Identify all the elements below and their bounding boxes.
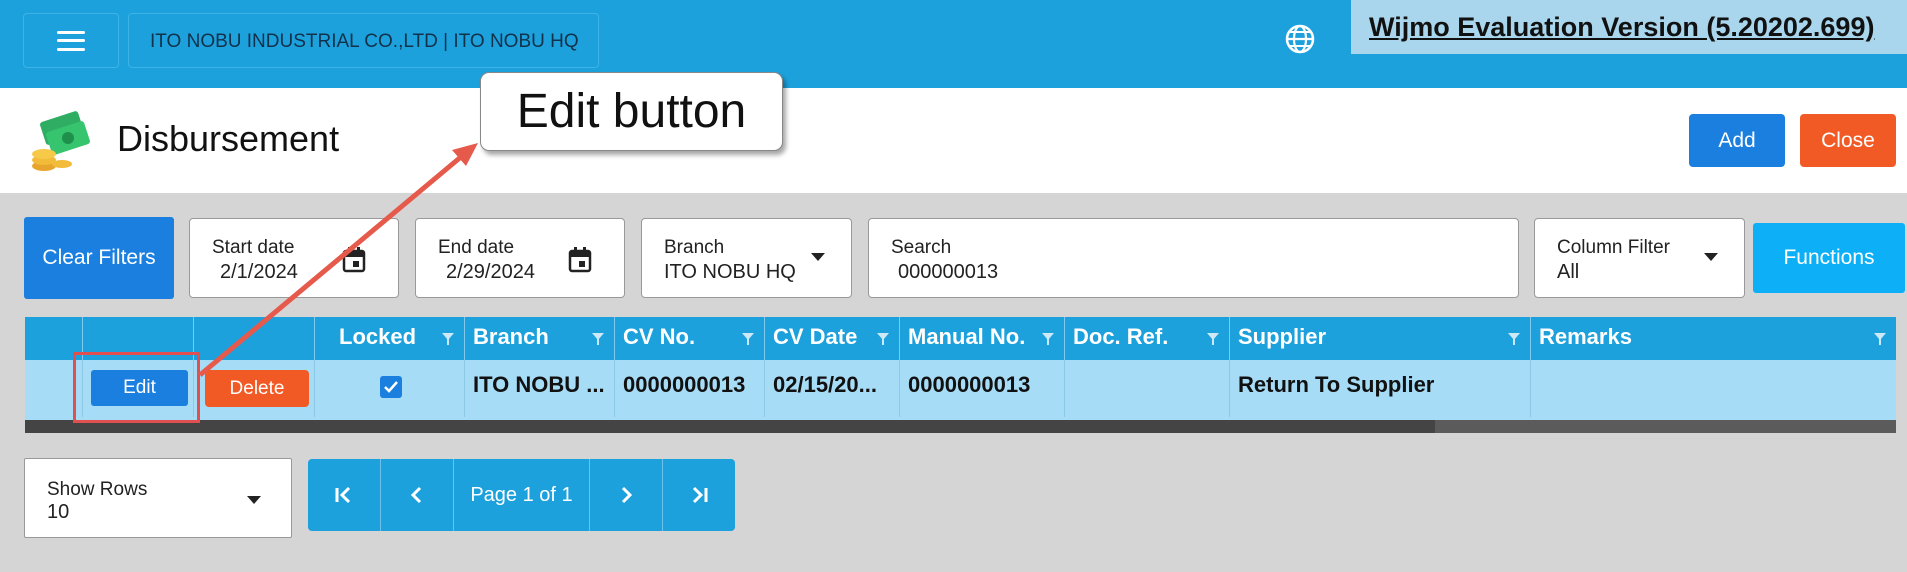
- chevron-down-icon: [811, 253, 825, 261]
- cv-date-cell: 02/15/20...: [765, 360, 900, 417]
- column-filter-label: Column Filter: [1557, 237, 1670, 258]
- search-label: Search: [891, 237, 952, 258]
- end-date-value: 2/29/2024: [446, 261, 535, 283]
- page-header: Disbursement Add Close: [0, 88, 1907, 193]
- column-header-cv-no[interactable]: CV No.: [615, 317, 765, 360]
- show-rows-label: Show Rows: [47, 479, 148, 500]
- grid-header-delete: [194, 317, 315, 360]
- chevron-down-icon: [1704, 253, 1718, 261]
- delete-button[interactable]: Delete: [205, 370, 309, 407]
- show-rows-value: 10: [47, 501, 70, 523]
- page-indicator: Page 1 of 1: [454, 459, 590, 531]
- disbursement-icon: [32, 111, 90, 171]
- pagination: Page 1 of 1: [308, 459, 735, 531]
- filter-icon[interactable]: [1207, 333, 1219, 345]
- edit-button-highlight: [73, 352, 200, 423]
- column-filter-value: All: [1557, 261, 1580, 283]
- next-page-button[interactable]: [590, 459, 663, 531]
- scrollbar-thumb[interactable]: [1435, 420, 1896, 433]
- horizontal-scrollbar[interactable]: [25, 420, 1896, 433]
- branch-label: Branch: [664, 237, 725, 258]
- functions-button[interactable]: Functions: [1753, 223, 1905, 293]
- cv-no-cell: 0000000013: [615, 360, 765, 417]
- grid-header: Locked Branch CV No. CV Date Manual No. …: [25, 317, 1896, 360]
- company-branch-selector[interactable]: ITO NOBU INDUSTRIAL CO.,LTD | ITO NOBU H…: [128, 13, 599, 68]
- supplier-cell: Return To Supplier: [1230, 360, 1531, 417]
- previous-page-button[interactable]: [381, 459, 454, 531]
- check-icon: [384, 381, 398, 393]
- end-date-label: End date: [438, 237, 515, 258]
- branch-value: ITO NOBU HQ: [664, 261, 796, 283]
- manual-no-cell: 0000000013: [900, 360, 1065, 417]
- last-page-button[interactable]: [663, 459, 735, 531]
- branch-cell: ITO NOBU ...: [465, 360, 615, 417]
- filter-icon[interactable]: [1508, 333, 1520, 345]
- column-filter-select[interactable]: Column Filter All: [1534, 218, 1745, 298]
- menu-icon: [57, 30, 85, 51]
- end-date-field[interactable]: End date 2/29/2024: [415, 218, 625, 298]
- chevron-down-icon: [247, 496, 261, 504]
- first-page-icon: [335, 486, 351, 504]
- column-header-supplier[interactable]: Supplier: [1230, 317, 1531, 360]
- search-value: 000000013: [898, 261, 999, 283]
- column-header-cv-date[interactable]: CV Date: [765, 317, 900, 360]
- start-date-value: 2/1/2024: [220, 261, 298, 283]
- menu-button[interactable]: [23, 13, 119, 68]
- branch-select[interactable]: Branch ITO NOBU HQ: [641, 218, 852, 298]
- close-button[interactable]: Close: [1800, 114, 1896, 167]
- wijmo-watermark[interactable]: Wijmo Evaluation Version (5.20202.699): [1351, 0, 1907, 54]
- add-button[interactable]: Add: [1689, 114, 1785, 167]
- filter-icon[interactable]: [442, 333, 454, 345]
- start-date-field[interactable]: Start date 2/1/2024: [189, 218, 399, 298]
- next-page-icon: [621, 486, 633, 504]
- top-bar: ITO NOBU INDUSTRIAL CO.,LTD | ITO NOBU H…: [0, 0, 1907, 88]
- globe-icon[interactable]: [1283, 22, 1317, 56]
- column-header-doc-ref[interactable]: Doc. Ref.: [1065, 317, 1230, 360]
- filter-icon[interactable]: [877, 333, 889, 345]
- first-page-button[interactable]: [308, 459, 381, 531]
- show-rows-select[interactable]: Show Rows 10: [24, 458, 292, 538]
- filter-icon[interactable]: [742, 333, 754, 345]
- search-input[interactable]: Search 000000013: [868, 218, 1519, 298]
- column-header-manual-no[interactable]: Manual No.: [900, 317, 1065, 360]
- column-header-branch[interactable]: Branch: [465, 317, 615, 360]
- last-page-icon: [692, 486, 708, 504]
- doc-ref-cell: [1065, 360, 1230, 417]
- previous-page-icon: [410, 486, 422, 504]
- edit-button-callout: Edit button: [480, 72, 783, 151]
- column-header-remarks[interactable]: Remarks: [1531, 317, 1896, 360]
- locked-checkbox[interactable]: [380, 376, 402, 398]
- filter-icon[interactable]: [592, 333, 604, 345]
- filter-icon[interactable]: [1042, 333, 1054, 345]
- filter-icon[interactable]: [1874, 333, 1886, 345]
- page-title: Disbursement: [117, 118, 340, 159]
- clear-filters-button[interactable]: Clear Filters: [24, 217, 174, 299]
- calendar-icon[interactable]: [342, 247, 366, 273]
- remarks-cell: [1531, 360, 1896, 417]
- start-date-label: Start date: [212, 237, 295, 258]
- column-header-locked[interactable]: Locked: [315, 317, 465, 360]
- calendar-icon[interactable]: [568, 247, 592, 273]
